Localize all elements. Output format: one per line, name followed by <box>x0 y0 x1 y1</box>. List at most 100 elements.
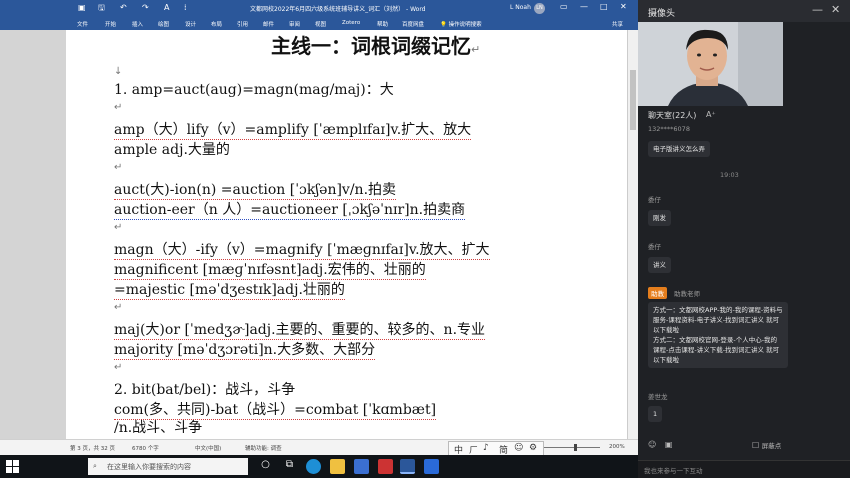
presenter-image <box>638 22 783 106</box>
chat-username: 助教老师 <box>674 290 700 298</box>
document-title: 文都网校2022年6月四六级系统班辅导讲义_词汇（刘然） - Word <box>250 6 426 13</box>
shield-checkbox[interactable]: ☐ 屏蔽点 <box>752 440 781 450</box>
taskbar: ⌕ 在这里输入你要搜索的内容 ○ ⧉ <box>0 455 638 478</box>
maximize-icon[interactable]: □ <box>600 2 608 11</box>
tab-view[interactable]: 视图 <box>315 20 326 28</box>
tab-help[interactable]: 帮助 <box>377 20 388 28</box>
tab-zotero[interactable]: Zotero <box>342 20 360 26</box>
tab-draw[interactable]: 绘图 <box>158 20 169 28</box>
file-explorer-icon[interactable] <box>330 459 345 474</box>
chat-message: 方式一：文都网校APP-我的-我的课程-资料与服务-课程资料-电子讲义-找到词汇… <box>648 302 788 368</box>
chat-message: 讲义 <box>648 257 671 273</box>
live-panel: 摄像头 — ✕ 聊天室(22人) A⁺ 132****6078 电子版讲义怎么弄… <box>638 0 850 478</box>
image-icon[interactable]: ▣ <box>665 440 673 449</box>
windows-start-icon[interactable] <box>6 460 20 474</box>
word-window: ▣ 🖫 ↶ ↷ A ⁞ 文都网校2022年6月四六级系统班辅导讲义_词汇（刘然）… <box>0 0 638 456</box>
word-count[interactable]: 6780 个字 <box>132 444 159 452</box>
doc-line: 2. bit(bat/bel)：战斗，斗争 <box>114 382 296 398</box>
zoom-slider-knob[interactable] <box>574 444 577 451</box>
scroll-thumb[interactable] <box>630 70 636 130</box>
accessibility-status[interactable]: 辅助功能: 调查 <box>245 444 282 452</box>
task-view-icon[interactable]: ○ <box>258 459 273 474</box>
font-size-button[interactable]: A⁺ <box>706 110 716 119</box>
document-page[interactable]: 主线一：词根词缀记忆↵ ↓ 1. amp=auct(aug)=magn(mag/… <box>66 30 627 439</box>
vertical-scrollbar[interactable] <box>627 30 638 439</box>
doc-line: majority [məˈdʒɔrəti]n.大多数、大部分 <box>114 342 376 360</box>
doc-line: amp（大）lify（v）=amplify [ˈæmplɪfaɪ]v.扩大、放大 <box>114 122 472 140</box>
doc-line: magn（大）-ify（v）=magnify [ˈmæɡnɪfaɪ]v.放大、扩… <box>114 242 490 260</box>
assistant-badge: 助教 <box>648 287 667 299</box>
edge-icon[interactable] <box>306 459 321 474</box>
tab-insert[interactable]: 插入 <box>132 20 143 28</box>
zoom-slider[interactable] <box>540 447 600 448</box>
search-icon: ⌕ <box>93 462 97 470</box>
tab-file[interactable]: 文件 <box>77 20 88 28</box>
lightbulb-icon: 💡 <box>440 22 449 28</box>
ime-voice-icon[interactable]: ♪ <box>483 443 489 453</box>
chat-room-title: 聊天室(22人) <box>648 111 697 120</box>
doc-line: magnificent [mæɡˈnɪfəsnt]adj.宏伟的、壮丽的 <box>114 262 426 280</box>
tab-mailings[interactable]: 邮件 <box>263 20 274 28</box>
close-icon[interactable]: ✕ <box>620 2 627 11</box>
emoji-icon[interactable]: ☺ <box>648 440 656 449</box>
emoji-icon[interactable]: ☺ <box>514 443 523 453</box>
chat-username: 姜世龙 <box>648 393 668 401</box>
undo-icon[interactable]: ↶ <box>120 3 127 13</box>
doc-line: auct(大)-ion(n) =auction [ˈɔkʃən]v/n.拍卖 <box>114 182 397 200</box>
chat-username: 委仔 <box>648 196 661 204</box>
chat-message: 电子版讲义怎么弄 <box>648 141 710 157</box>
tab-home[interactable]: 开始 <box>105 20 116 28</box>
redo-icon[interactable]: ↷ <box>142 3 149 13</box>
font-size-icon[interactable]: A <box>164 3 169 13</box>
taskbar-search[interactable]: ⌕ 在这里输入你要搜索的内容 <box>88 458 248 475</box>
customize-icon[interactable]: ⁞ <box>184 3 187 13</box>
paragraph-mark: ↵ <box>114 162 123 173</box>
paragraph-mark: ↵ <box>114 302 123 313</box>
panel-title: 摄像头 <box>648 9 676 19</box>
tab-review[interactable]: 审阅 <box>289 20 300 28</box>
chat-input[interactable]: 我也来参与一下互动 <box>638 460 850 478</box>
chat-message: 1 <box>648 406 663 422</box>
share-button[interactable]: 共享 <box>612 20 623 28</box>
autosave-icon[interactable]: ▣ <box>78 3 86 13</box>
doc-line: maj(大)or [ˈmedʒɚ]adj.主要的、重要的、较多的、n.专业 <box>114 322 486 340</box>
tab-layout[interactable]: 布局 <box>211 20 222 28</box>
document-canvas[interactable]: 主线一：词根词缀记忆↵ ↓ 1. amp=auct(aug)=magn(mag/… <box>0 30 638 439</box>
app-icon[interactable] <box>424 459 439 474</box>
webcam-video <box>638 22 783 106</box>
ime-toolbar: 中 ㄏ ♪ 简 ☺ ⚙ <box>448 441 544 456</box>
chat-tools: ☺ ▣ <box>648 440 672 449</box>
avatar[interactable]: LN <box>534 3 545 14</box>
doc-line: com(多、共同)-bat（战斗）=combat [ˈkɑmbæt] <box>114 402 437 420</box>
word-taskbar-icon[interactable] <box>400 459 415 474</box>
chat-username: 132****6078 <box>648 125 690 133</box>
language[interactable]: 中文(中国) <box>195 444 221 452</box>
page-title: 主线一：词根词缀记忆↵ <box>271 34 481 58</box>
panel-header: 摄像头 — ✕ <box>638 0 850 22</box>
chat-username: 委仔 <box>648 243 661 251</box>
page-count[interactable]: 第 3 页，共 32 页 <box>70 444 115 452</box>
chat-message: 刚发 <box>648 210 671 226</box>
tab-references[interactable]: 引用 <box>237 20 248 28</box>
close-icon[interactable]: ✕ <box>831 3 840 16</box>
ribbon-tabs: 文件 开始 插入 绘图 设计 布局 引用 邮件 审阅 视图 Zotero 帮助 … <box>0 17 638 30</box>
settings-icon[interactable]: ⚙ <box>529 443 537 453</box>
tell-me-search[interactable]: 💡 操作说明搜索 <box>440 20 482 28</box>
chat-timestamp: 19:03 <box>720 171 739 179</box>
tab-design[interactable]: 设计 <box>185 20 196 28</box>
zoom-level[interactable]: 200% <box>609 444 625 450</box>
tab-baidu[interactable]: 百度网盘 <box>402 20 424 28</box>
minimize-icon[interactable]: — <box>580 2 588 11</box>
widgets-icon[interactable]: ⧉ <box>282 459 297 474</box>
app-icon[interactable] <box>378 459 393 474</box>
doc-line: ample adj.大量的 <box>114 142 230 158</box>
title-bar: ▣ 🖫 ↶ ↷ A ⁞ 文都网校2022年6月四六级系统班辅导讲义_词汇（刘然）… <box>0 0 638 17</box>
save-icon[interactable]: 🖫 <box>98 3 105 13</box>
doc-line: /n.战斗、斗争 <box>114 420 203 436</box>
paragraph-mark: ↵ <box>114 222 123 233</box>
doc-line: 1. amp=auct(aug)=magn(mag/maj)：大 <box>114 82 394 98</box>
ribbon-display-icon[interactable]: ▭ <box>560 2 568 11</box>
minimize-icon[interactable]: — <box>812 3 823 16</box>
app-icon[interactable] <box>354 459 369 474</box>
user-name[interactable]: L Noah <box>510 4 531 11</box>
